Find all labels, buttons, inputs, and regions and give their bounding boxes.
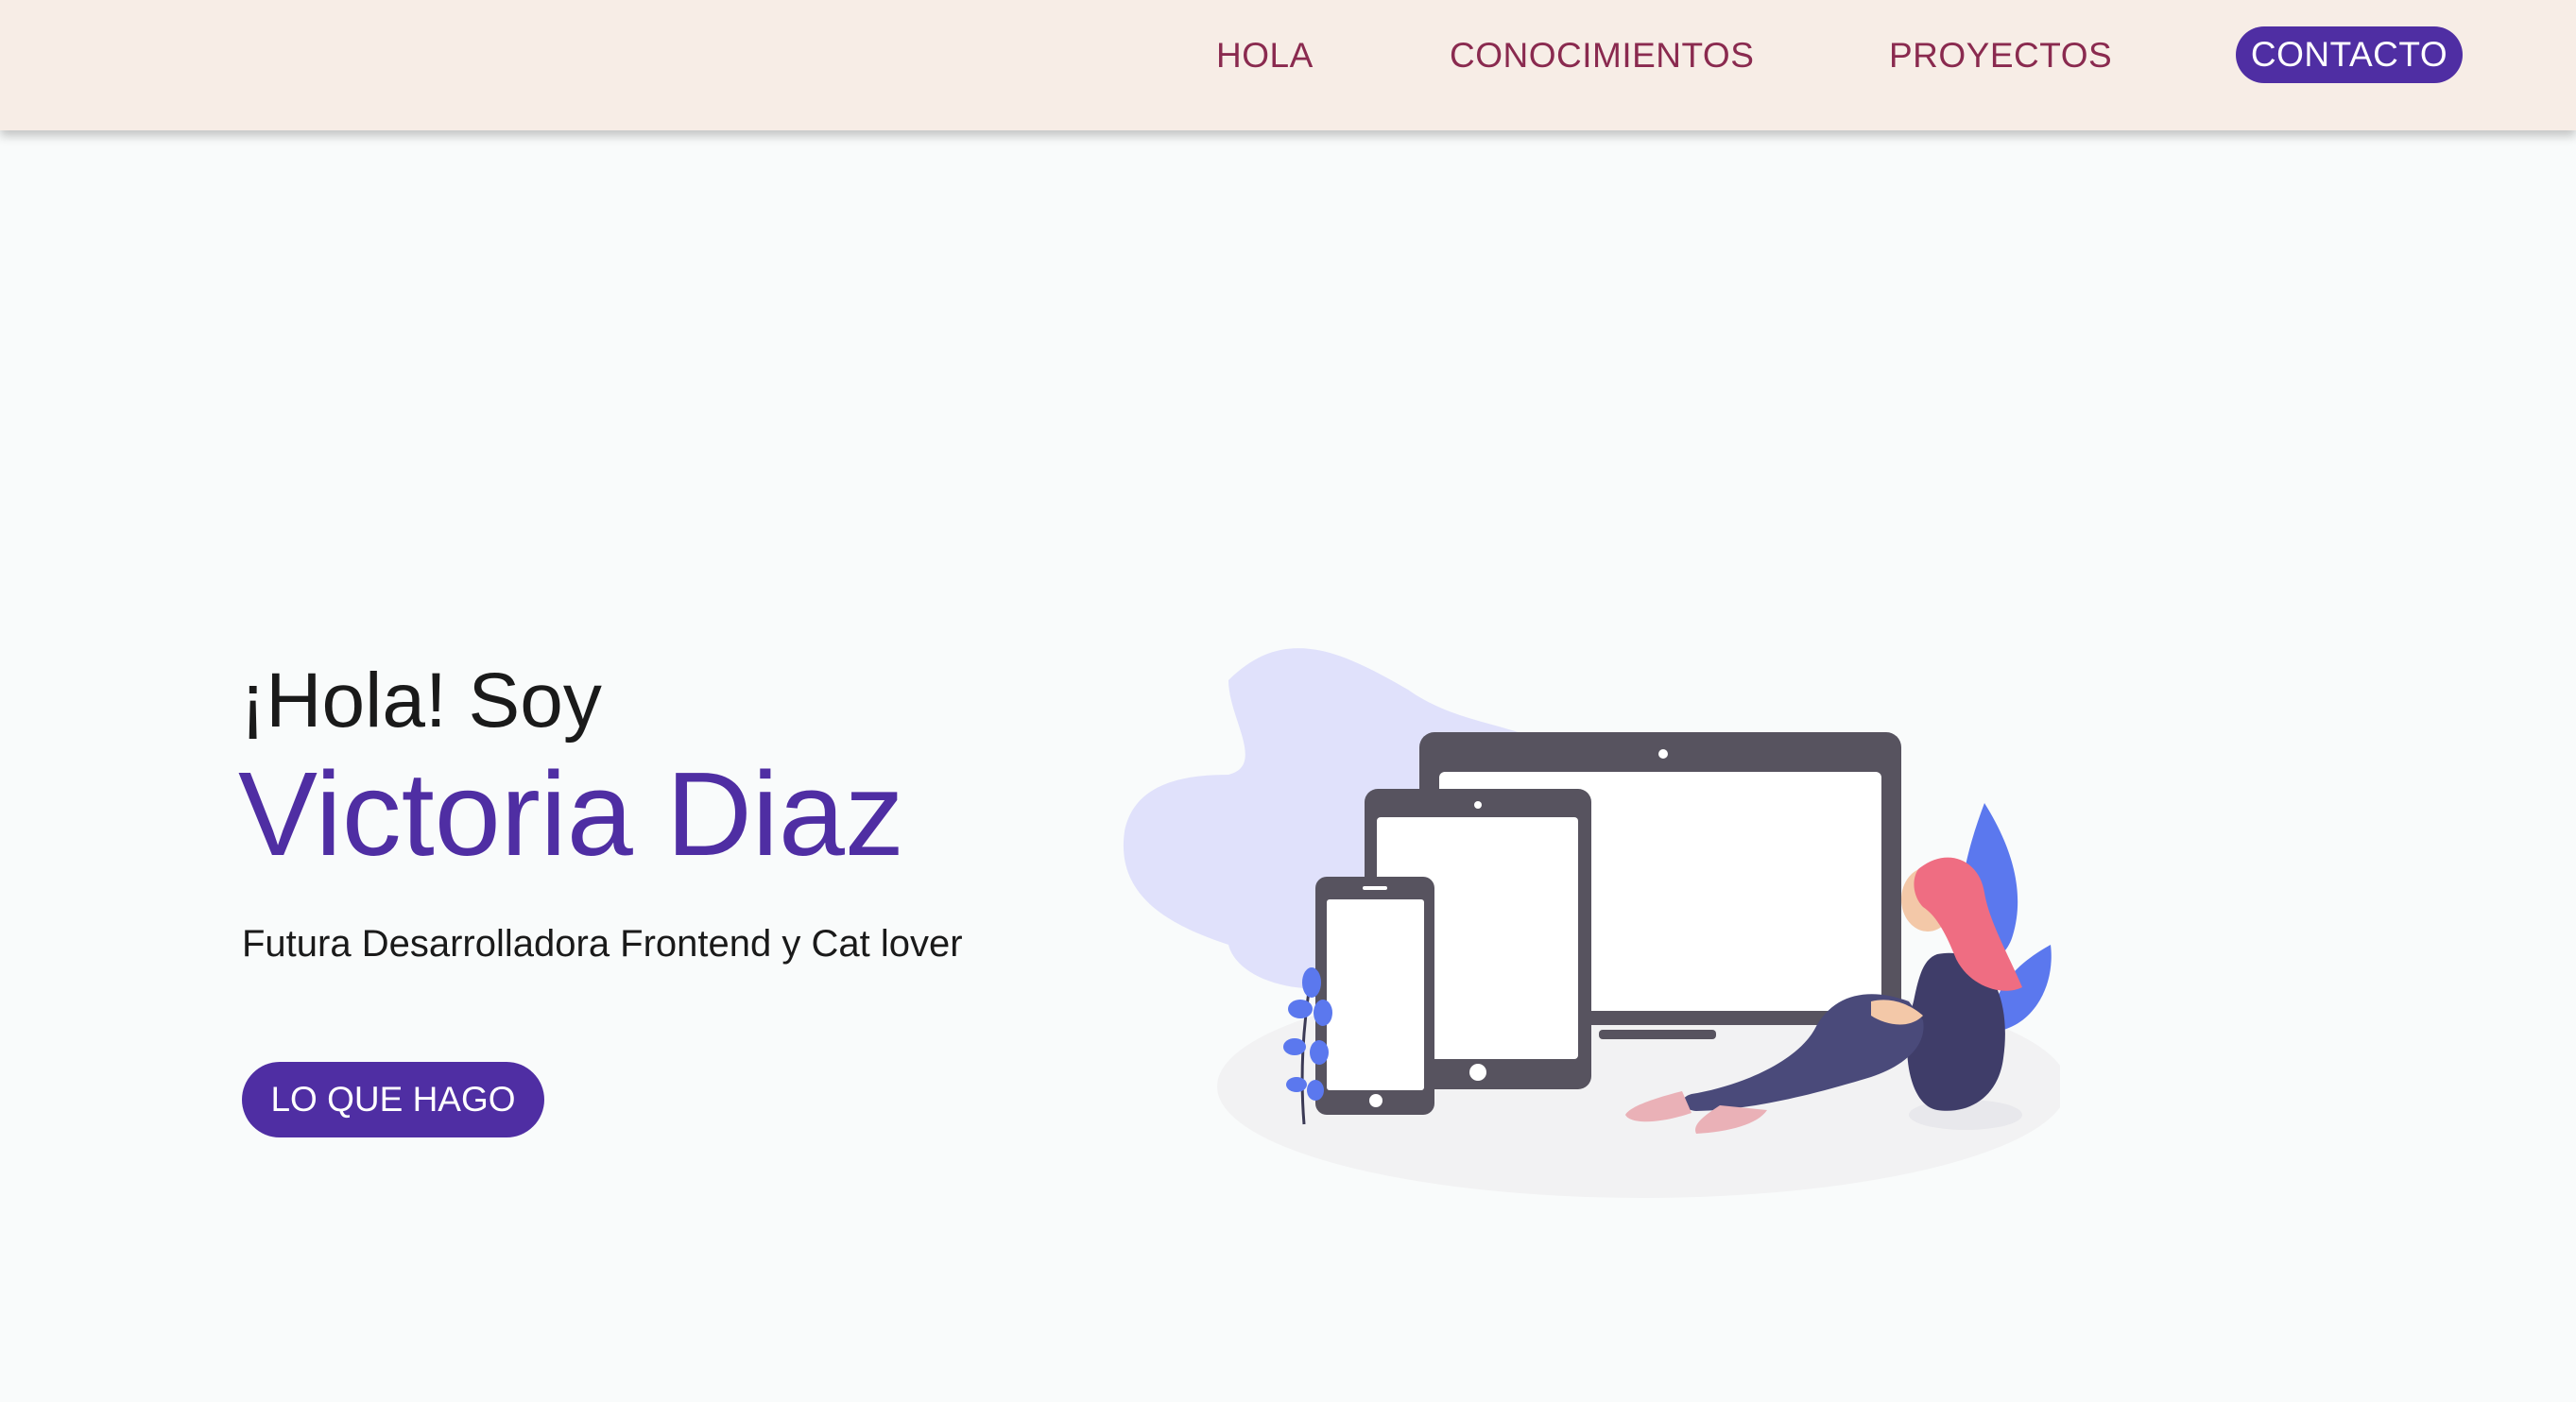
contact-button[interactable]: CONTACTO [2236, 26, 2463, 83]
nav-link-proyectos[interactable]: PROYECTOS [1889, 34, 2112, 77]
navbar: HOLA CONOCIMIENTOS PROYECTOS CONTACTO [0, 0, 2576, 130]
devices-illustration [1123, 648, 2060, 1198]
nav-link-conocimientos[interactable]: CONOCIMIENTOS [1450, 34, 1754, 77]
hero-subtitle: Futura Desarrolladora Frontend y Cat lov… [242, 923, 963, 965]
phone-icon [1315, 877, 1434, 1115]
lo-que-hago-button[interactable]: LO QUE HAGO [242, 1062, 544, 1137]
hero-name: Victoria Diaz [238, 747, 904, 881]
hero-greeting: ¡Hola! Soy [240, 658, 602, 744]
nav-link-hola[interactable]: HOLA [1216, 34, 1314, 77]
